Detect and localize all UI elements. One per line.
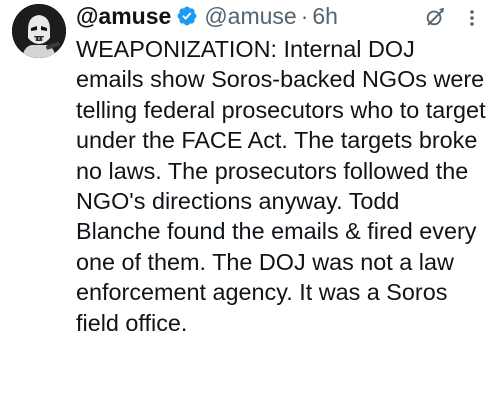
grok-icon[interactable] [424,6,446,28]
avatar[interactable] [12,4,66,58]
user-handle[interactable]: @amuse [204,3,296,30]
timestamp[interactable]: 6h [312,3,338,30]
tweet-content: @amuse @amuse · 6h WEAPONIZATION: Intern… [76,0,488,338]
tweet[interactable]: @amuse @amuse · 6h WEAPONIZATION: Intern… [0,0,500,400]
separator-dot: · [300,2,309,29]
stormtrooper-avatar-icon [12,4,66,58]
more-options-icon[interactable] [463,8,481,28]
display-name[interactable]: @amuse [76,3,171,30]
verified-badge-icon[interactable] [176,5,198,27]
tweet-text: WEAPONIZATION: Internal DOJ emails show … [76,36,486,336]
